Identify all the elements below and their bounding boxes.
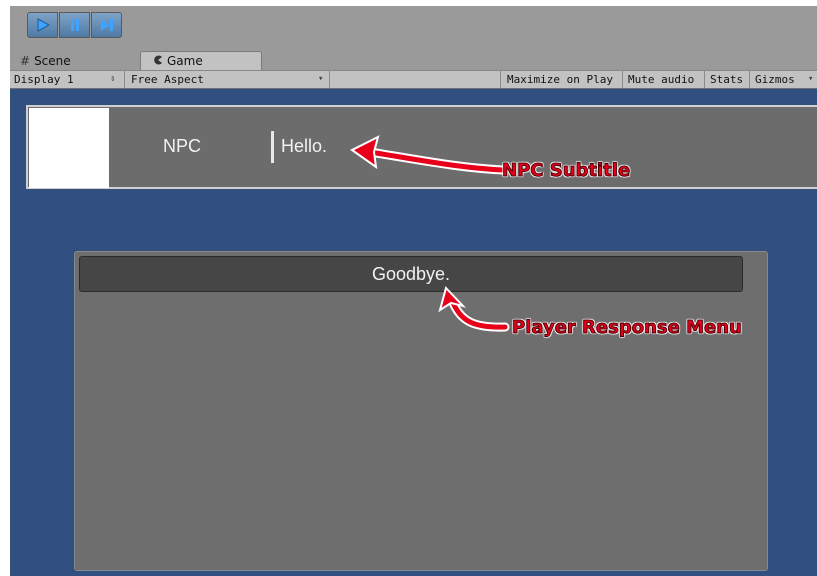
gizmos-dropdown[interactable]: Gizmos — [749, 71, 817, 88]
play-icon — [37, 18, 50, 32]
stats-toggle[interactable]: Stats — [704, 71, 749, 88]
npc-subtitle-divider — [271, 131, 274, 163]
npc-subtitle-text: Hello. — [281, 136, 328, 156]
grid-icon: # — [20, 53, 31, 68]
pause-icon — [70, 19, 79, 31]
maximize-label: Maximize on Play — [507, 73, 613, 86]
mute-label: Mute audio — [628, 73, 695, 86]
maximize-on-play-toggle[interactable]: Maximize on Play — [500, 71, 622, 88]
response-button-label: Goodbye. — [371, 263, 451, 284]
unity-editor-window: # Scene Game Display 1 ⇕ Free Aspect ▾ M… — [10, 6, 817, 576]
step-button[interactable] — [91, 12, 122, 38]
pause-button[interactable] — [59, 12, 90, 38]
pacman-icon — [153, 54, 163, 68]
tab-game[interactable]: Game — [140, 51, 262, 70]
player-response-menu-annotation: Player Response Menu — [512, 317, 743, 339]
display-label: Display 1 — [14, 73, 74, 86]
play-controls — [27, 12, 123, 40]
response-button-goodbye[interactable]: Goodbye. — [79, 256, 743, 292]
gizmos-dropdown-icon: ▾ — [808, 74, 814, 84]
tab-scene[interactable]: # Scene — [14, 51, 140, 70]
npc-portrait — [29, 108, 109, 188]
step-icon — [100, 19, 113, 31]
npc-subtitle-annotation: NPC Subtitle — [501, 160, 631, 182]
display-dropdown-icon: ⇕ — [110, 74, 116, 84]
npc-name: NPC — [163, 136, 202, 156]
aspect-label: Free Aspect — [131, 73, 204, 86]
toolbar-spacer — [329, 71, 500, 88]
player-response-menu: Goodbye. — [74, 251, 768, 571]
aspect-dropdown-icon: ▾ — [318, 74, 324, 84]
mute-audio-toggle[interactable]: Mute audio — [622, 71, 704, 88]
game-view-toolbar: Display 1 ⇕ Free Aspect ▾ Maximize on Pl… — [10, 70, 817, 89]
gizmos-label: Gizmos — [755, 73, 795, 86]
aspect-dropdown[interactable]: Free Aspect — [124, 71, 329, 88]
stats-label: Stats — [710, 73, 744, 86]
npc-subtitle-panel: NPC Hello. — [26, 105, 817, 189]
play-button[interactable] — [27, 12, 58, 38]
tab-game-label: Game — [167, 54, 203, 68]
tab-scene-label: Scene — [34, 53, 71, 68]
